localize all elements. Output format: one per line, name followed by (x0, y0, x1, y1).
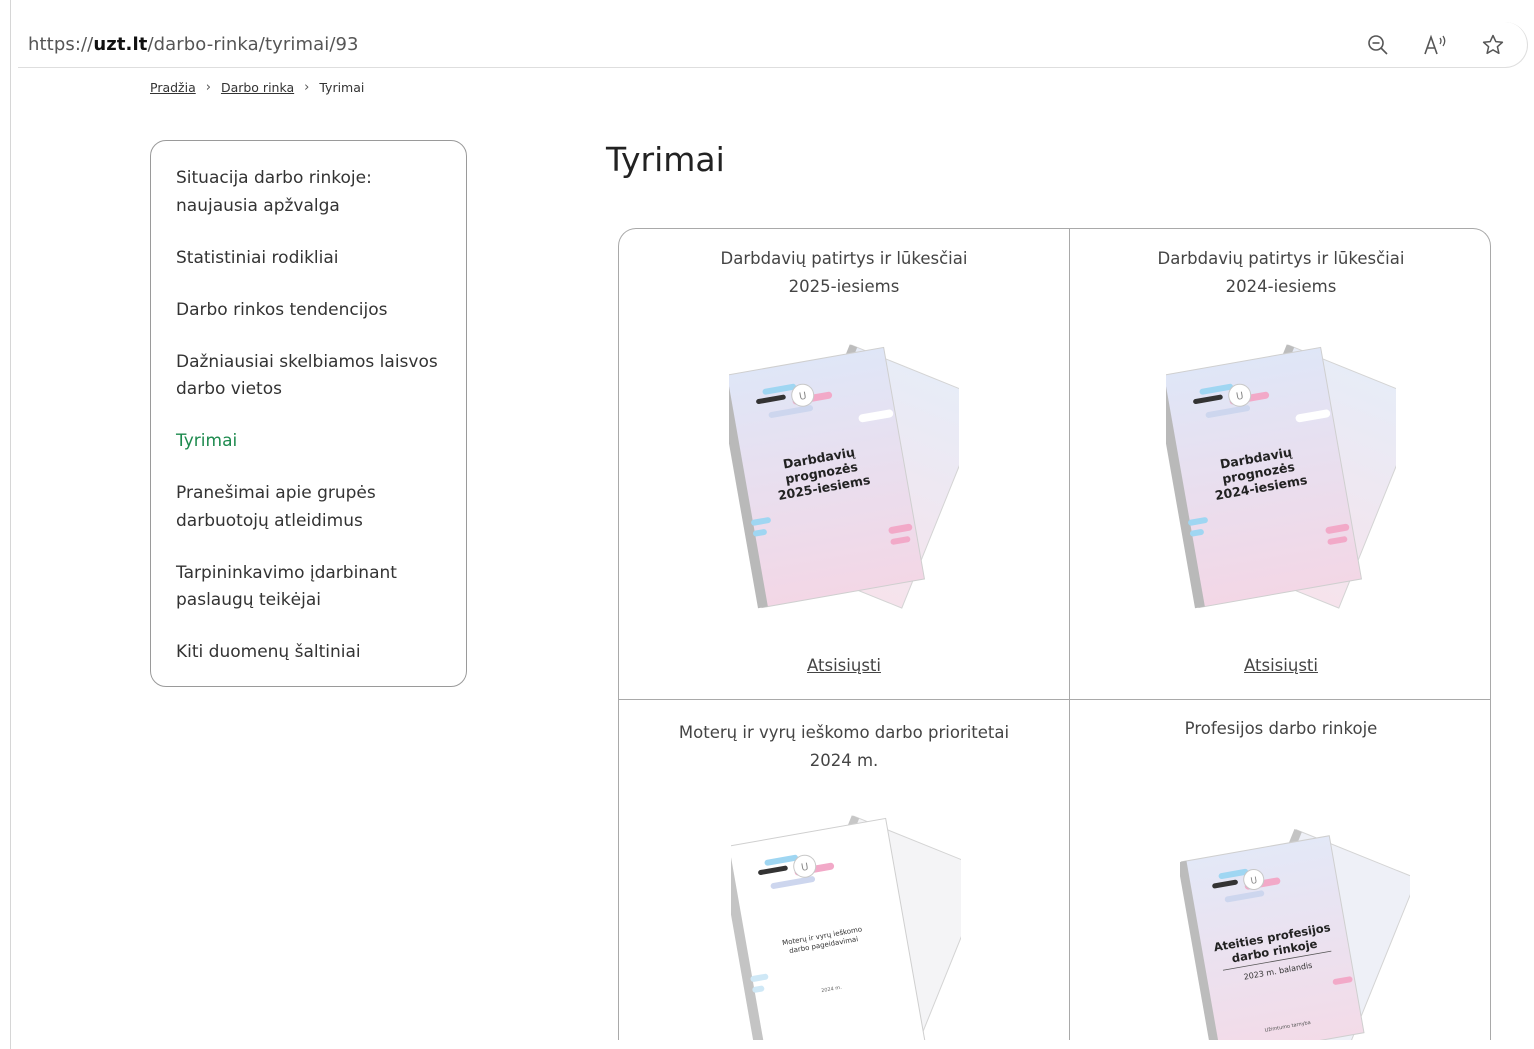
download-link[interactable]: Atsisiųsti (1070, 656, 1490, 675)
url-text[interactable]: https://uzt.lt/darbo-rinka/tyrimai/93 (28, 34, 359, 55)
sidebar-item-tarpininkavimo[interactable]: Tarpininkavimo įdarbinant paslaugų teikė… (176, 560, 444, 615)
card-title-line: 2024-iesiems (1225, 276, 1337, 296)
breadcrumb-current: Tyrimai (319, 80, 365, 95)
breadcrumb-home-link[interactable]: Pradžia (150, 80, 196, 95)
research-card: Darbdavių patirtys ir lūkesčiai 2024-ies… (1070, 229, 1490, 699)
card-title-line: Darbdavių patirtys ir lūkesčiai (720, 249, 968, 268)
sidebar-item-tyrimai[interactable]: Tyrimai (176, 428, 444, 456)
card-title-line: Darbdavių patirtys ir lūkesčiai (1157, 249, 1405, 268)
card-title: Darbdavių patirtys ir lūkesčiai 2025-ies… (619, 229, 1069, 300)
card-title-line: Profesijos darbo rinkoje (1184, 719, 1378, 738)
report-cover-image[interactable]: U Darbdavių prognozės 2025-iesiems (729, 341, 959, 616)
card-title: Moterų ir vyrų ieškomo darbo prioritetai… (619, 700, 1069, 774)
favorite-star-icon[interactable] (1480, 32, 1506, 58)
url-prefix: https:// (28, 34, 94, 55)
breadcrumb-separator-icon: › (205, 80, 211, 95)
sidebar-item-tendencijos[interactable]: Darbo rinkos tendencijos (176, 297, 444, 325)
breadcrumb-separator-icon: › (304, 80, 310, 95)
report-cover-image[interactable]: U Ateities profesijos darbo rinkoje 2023… (1180, 828, 1410, 1040)
research-card: Darbdavių patirtys ir lūkesčiai 2025-ies… (619, 229, 1069, 699)
read-aloud-icon[interactable] (1423, 32, 1449, 58)
sidebar-item-situacija[interactable]: Situacija darbo rinkoje: naujausia apžva… (176, 165, 444, 220)
sidebar-item-laisvos-darbo-vietos[interactable]: Dažniausiai skelbiamos laisvos darbo vie… (176, 349, 444, 404)
card-title: Profesijos darbo rinkoje (1070, 700, 1490, 743)
url-domain: uzt.lt (93, 34, 148, 55)
sidebar-nav: Situacija darbo rinkoje: naujausia apžva… (150, 140, 467, 687)
download-link[interactable]: Atsisiųsti (619, 656, 1069, 675)
card-title-line: 2025-iesiems (788, 276, 900, 296)
url-path: /darbo-rinka/tyrimai/93 (147, 34, 359, 55)
address-bar[interactable]: https://uzt.lt/darbo-rinka/tyrimai/93 (18, 22, 1528, 68)
card-title-line: Moterų ir vyrų ieškomo darbo prioritetai (678, 723, 1010, 742)
sidebar-item-kiti-saltiniai[interactable]: Kiti duomenų šaltiniai (176, 639, 444, 667)
breadcrumb: Pradžia › Darbo rinka › Tyrimai (150, 80, 364, 95)
sidebar-item-pranesimai[interactable]: Pranešimai apie grupės darbuotojų atleid… (176, 480, 444, 535)
research-grid: Darbdavių patirtys ir lūkesčiai 2025-ies… (618, 228, 1491, 1040)
breadcrumb-darbo-rinka-link[interactable]: Darbo rinka (221, 80, 294, 95)
sidebar-item-statistiniai-rodikliai[interactable]: Statistiniai rodikliai (176, 245, 444, 273)
report-cover-image[interactable]: U Moterų ir vyrų ieškomo darbo pageidavi… (731, 812, 961, 1040)
research-card: Moterų ir vyrų ieškomo darbo prioritetai… (619, 700, 1069, 1040)
card-title: Darbdavių patirtys ir lūkesčiai 2024-ies… (1070, 229, 1490, 300)
report-cover-image[interactable]: U Darbdavių prognozės 2024-iesiems (1166, 341, 1396, 616)
zoom-out-icon[interactable] (1365, 32, 1391, 58)
research-card: Profesijos darbo rinkoje U Ateities prof… (1070, 700, 1490, 1040)
page-title: Tyrimai (606, 140, 725, 179)
card-title-line: 2024 m. (809, 750, 879, 770)
